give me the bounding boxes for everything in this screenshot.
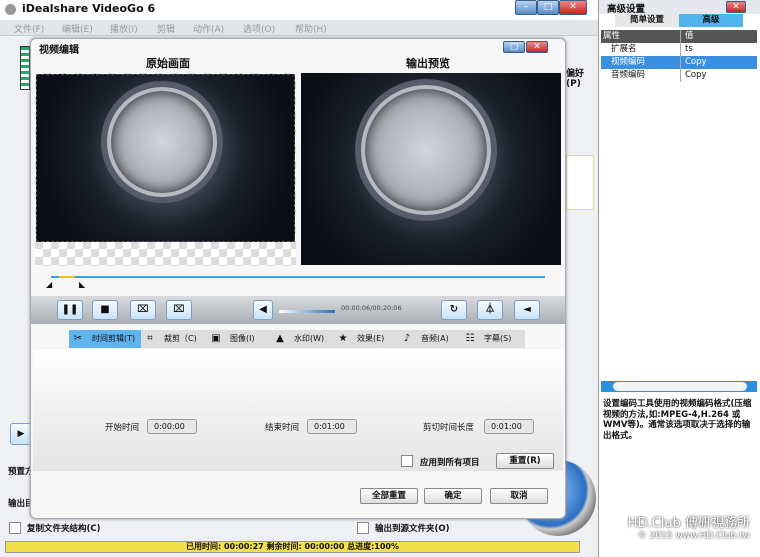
dialog-title: 视频编辑 — [39, 45, 79, 56]
tab-audio[interactable]: ♪ 音频(A) — [401, 330, 449, 348]
panel-title: 高级设置 — [607, 4, 646, 15]
menu-clip[interactable]: 剪辑 — [157, 22, 175, 35]
column-divider — [680, 30, 681, 82]
rotate-button[interactable]: ↻ — [441, 300, 467, 320]
copy-folder-label: 复制文件夹结构(C) — [27, 524, 101, 534]
pause-button[interactable]: ❚❚ — [57, 300, 83, 320]
original-video — [36, 74, 295, 242]
stop-button[interactable]: ■ — [92, 300, 118, 320]
menu-bar: 文件(F) 编辑(E) 播放(I) 剪辑 动作(A) 选项(O) 帮助(H) — [0, 20, 598, 36]
watermark: HD.Club 傳研視務所 © 2015 www.HD.Club.tw — [627, 516, 750, 541]
panel-close-button[interactable]: ✕ — [726, 1, 746, 13]
volume-icon[interactable]: ◀ — [253, 300, 273, 320]
menu-action[interactable]: 动作(A) — [193, 22, 224, 35]
reset-button[interactable]: 重置(R) — [496, 453, 554, 469]
clock-image — [107, 87, 217, 197]
side-panel — [566, 155, 594, 210]
star-icon: ★ — [338, 333, 348, 344]
subtitle-icon: ☷ — [465, 333, 475, 344]
cancel-button[interactable]: 取消 — [490, 488, 548, 504]
tab-effects[interactable]: ★ 效果(E) — [337, 330, 385, 348]
crop-icon: ⌗ — [147, 333, 153, 344]
output-source-label: 输出到源文件夹(O) — [375, 524, 450, 534]
image-icon: ▣ — [211, 333, 221, 344]
menu-edit[interactable]: 编辑(E) — [62, 22, 93, 35]
volume-slider[interactable] — [279, 310, 335, 313]
tab-image[interactable]: ▣ 图像(I) — [210, 330, 254, 348]
scissors-icon: ✂ — [73, 333, 83, 344]
copy-folder-checkbox[interactable] — [9, 522, 21, 534]
end-time-label: 结束时间 — [265, 423, 300, 433]
playback-controls: ❚❚ ■ ⌧ ⌧ ◀ 00:00:06/00:20:06 ↻ ⏃ ◄ — [31, 296, 565, 324]
apply-all-label: 应用到所有项目 — [420, 458, 480, 468]
progress-bar: 已用时间: 00:00:27 剩余时间: 00:00:00 总进度:100% — [5, 541, 580, 553]
advanced-settings-panel: 高级设置 ✕ 简单设置 高级 属性值 扩展名 ts 视频编码 Copy 音频编码 Co… — [598, 0, 760, 557]
grid-header: 属性值 — [601, 30, 757, 43]
play-button[interactable]: ▶ — [10, 423, 32, 445]
start-time-label: 开始时间 — [105, 423, 140, 433]
cut-length-label: 剪切时间长度 — [423, 423, 475, 433]
tab-advanced[interactable]: 高级 — [679, 14, 743, 27]
edit-tabs: ✂ 时间剪辑(T) ⌗ 裁剪（C) ▣ 图像(I) ▲ 水印(W) ★ 效果(E) ♪ 音频… — [69, 330, 525, 348]
dialog-close-button[interactable]: ✕ — [526, 41, 548, 53]
tab-trim[interactable]: ✂ 时间剪辑(T) — [69, 330, 141, 348]
preview-video — [301, 73, 561, 265]
apply-all-checkbox[interactable] — [401, 455, 413, 467]
start-time-input[interactable]: 0:00:00 — [147, 419, 197, 434]
video-edit-dialog: 视频编辑 □ ✕ 原始画面 输出预览 ◢ ◣ ❚❚ ■ ⌧ ⌧ ◀ 00:00:… — [30, 38, 566, 519]
timeline-slider[interactable] — [51, 276, 545, 278]
flip-horizontal-button[interactable]: ⏃ — [477, 300, 503, 320]
original-label: 原始画面 — [146, 57, 190, 70]
cut-length-input[interactable]: 0:01:00 — [484, 419, 534, 434]
app-title: iDealshare VideoGo 6 — [22, 2, 156, 15]
mark-out-button[interactable]: ⌧ — [166, 300, 192, 320]
panel-title-bar: 高级设置 ✕ — [599, 0, 760, 15]
grid-row[interactable]: 扩展名 ts — [601, 43, 757, 56]
tab-watermark[interactable]: ▲ 水印(W) — [274, 330, 324, 348]
description-text: 设置编码工具使用的视频编码格式(压缩视频的方法,如:MPEG-4,H.264 或… — [603, 399, 752, 441]
tab-crop[interactable]: ⌗ 裁剪（C) — [144, 330, 197, 348]
app-icon — [5, 4, 16, 15]
menu-options[interactable]: 选项(O) — [243, 22, 275, 35]
time-display: 00:00:06/00:20:06 — [341, 304, 402, 312]
tab-subtitle[interactable]: ☷ 字幕(S) — [464, 330, 512, 348]
grid-row[interactable]: 音频编码 Copy — [601, 69, 757, 82]
trim-end-marker[interactable]: ◣ — [79, 280, 85, 289]
clock-image — [361, 85, 491, 215]
film-icon — [20, 46, 30, 90]
horizontal-scrollbar[interactable] — [601, 381, 757, 392]
preview-label: 输出预览 — [406, 57, 450, 70]
watermark-icon: ▲ — [276, 333, 284, 344]
status-text: 已用时间: 00:00:27 剩余时间: 00:00:00 总进度:100% — [185, 542, 400, 551]
dialog-maximize-button[interactable]: □ — [503, 41, 525, 53]
trim-panel — [33, 349, 563, 471]
music-note-icon: ♪ — [403, 333, 411, 344]
reset-all-button[interactable]: 全部重置 — [360, 488, 418, 504]
output-source-checkbox[interactable] — [357, 522, 369, 534]
maximize-button[interactable]: □ — [537, 0, 559, 15]
original-canvas[interactable] — [35, 73, 296, 266]
menu-file[interactable]: 文件(F) — [14, 22, 44, 35]
grid-row-selected[interactable]: 视频编码 Copy — [601, 56, 757, 69]
end-time-input[interactable]: 0:01:00 — [307, 419, 357, 434]
ok-button[interactable]: 确定 — [424, 488, 482, 504]
title-bar: iDealshare VideoGo 6 – □ ✕ — [0, 0, 598, 20]
trim-start-marker[interactable]: ◢ — [46, 280, 52, 289]
preferences-button[interactable]: 偏好(P) — [566, 66, 598, 89]
menu-help[interactable]: 帮助(H) — [295, 22, 327, 35]
tab-simple-settings[interactable]: 简单设置 — [615, 14, 679, 27]
flip-vertical-button[interactable]: ◄ — [514, 300, 540, 320]
menu-play[interactable]: 播放(I) — [110, 22, 138, 35]
close-button[interactable]: ✕ — [559, 0, 587, 15]
minimize-button[interactable]: – — [515, 0, 537, 15]
mark-in-button[interactable]: ⌧ — [130, 300, 156, 320]
